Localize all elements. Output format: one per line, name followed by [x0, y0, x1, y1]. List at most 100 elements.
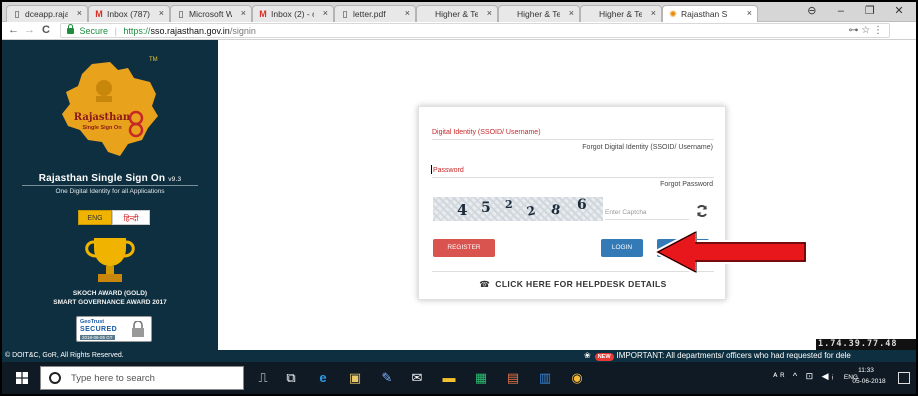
close-window-button[interactable]: ✕	[886, 4, 912, 17]
language-hindi-button[interactable]: हिन्दी	[112, 210, 150, 225]
tab-higher-education-2[interactable]: Higher & Te ×	[498, 5, 580, 22]
gmail-icon: M	[259, 9, 267, 19]
powerpoint-icon[interactable]: ▤	[504, 369, 522, 387]
word-icon[interactable]: ▥	[536, 369, 554, 387]
url-path: /signin	[229, 26, 256, 36]
tab-letter-pdf[interactable]: ▯ letter.pdf ×	[334, 5, 416, 22]
captcha-char: 4	[457, 201, 468, 219]
clock-time[interactable]: 11:33	[846, 367, 886, 374]
back-arrow-icon[interactable]: ←	[8, 24, 19, 36]
restore-button[interactable]: ❐	[857, 4, 883, 17]
chrome-icon[interactable]: ◉	[568, 369, 586, 387]
sso-version: v9.3	[168, 176, 182, 183]
url-omnibox[interactable]: Secure | https://sso.rajasthan.gov.in/si…	[60, 23, 890, 38]
taskbar-search-box[interactable]: Type here to search	[40, 366, 244, 390]
tab-close-icon[interactable]: ×	[241, 8, 246, 18]
edge-browser-icon[interactable]: e	[314, 369, 332, 387]
minimize-button[interactable]: –	[828, 5, 854, 17]
award-skoch: SKOCH AWARD (GOLD)	[72, 290, 148, 297]
clock-date[interactable]: 05-06-2018	[846, 378, 892, 385]
tab-close-icon[interactable]: ×	[323, 8, 328, 18]
sso-tagline: One Digital Identity for all Application…	[55, 188, 165, 195]
tab-higher-education-3[interactable]: Higher & Te ×	[580, 5, 662, 22]
file-explorer-icon[interactable]: ▬	[440, 369, 458, 387]
flower-icon: ❀	[584, 351, 591, 360]
captcha-input[interactable]: Enter Captcha	[605, 209, 647, 216]
tab-rajasthan-sso[interactable]: ✺ Rajasthan S ×	[662, 5, 758, 22]
register-button[interactable]: REGISTER	[433, 239, 495, 257]
browser-tab-strip: ▯ dceapp.raja × M Inbox (787) × ▯ Micros…	[2, 2, 916, 22]
forgot-password-link[interactable]: Forgot Password	[660, 181, 713, 188]
tray-status-icons[interactable]: ᴬᴿ ^ ⊡ ◀ᵢ	[773, 371, 836, 382]
password-input[interactable]	[432, 177, 714, 178]
profile-icon[interactable]: ⊖	[799, 4, 825, 17]
logo-word-rajasthan: Rajasthan	[74, 112, 131, 123]
geotrust-secured: SECURED	[80, 326, 118, 333]
sso-sidebar: Rajasthan Single Sign On TM Rajasthan Si…	[2, 40, 218, 350]
tab-inbox-787[interactable]: M Inbox (787) ×	[88, 5, 170, 22]
captcha-char: 2	[505, 198, 513, 211]
url-separator: |	[114, 26, 117, 36]
password-input-label: Password	[433, 167, 464, 174]
url-host: sso.rajasthan.gov.in	[150, 26, 230, 36]
captcha-char: 6	[577, 197, 587, 213]
store-icon[interactable]: ▣	[346, 369, 364, 387]
captcha-input-underline	[605, 219, 689, 220]
tab-inbox-2[interactable]: M Inbox (2) - o ×	[252, 5, 334, 22]
windows-start-icon[interactable]	[16, 372, 28, 384]
reload-icon[interactable]: C	[42, 24, 50, 36]
captcha-image: 4 5 2 2 8 6	[433, 197, 603, 221]
tab-higher-education-1[interactable]: Higher & Te ×	[416, 5, 498, 22]
geotrust-date: 2018-06-05 GT	[80, 335, 115, 340]
omnibox-actions[interactable]: ⊶ ☆ ⋮	[848, 25, 883, 36]
task-view-icon[interactable]: ⧉	[282, 369, 300, 387]
cortana-icon	[49, 372, 61, 384]
tab-close-icon[interactable]: ×	[77, 8, 82, 18]
geotrust-brand: GeoTrust	[80, 319, 105, 325]
microphone-icon[interactable]: ⎍	[254, 369, 272, 387]
helpdesk-link[interactable]: ☎ CLICK HERE FOR HELPDESK DETAILS	[419, 279, 727, 290]
taskbar-search-placeholder: Type here to search	[71, 373, 155, 384]
refresh-captcha-icon[interactable]	[695, 204, 709, 218]
ip-address-display: 1.74.39.77.48	[816, 339, 916, 350]
document-icon: ▯	[178, 9, 184, 19]
rajasthan-map-logo: Rajasthan Single Sign On	[62, 62, 158, 156]
tab-close-icon[interactable]: ×	[747, 8, 752, 18]
padlock-icon	[132, 321, 144, 337]
tab-close-icon[interactable]: ×	[569, 8, 574, 18]
screenshot-frame: ▯ dceapp.raja × M Inbox (787) × ▯ Micros…	[0, 0, 918, 396]
document-icon: ▯	[14, 9, 20, 19]
tab-microsoft-word[interactable]: ▯ Microsoft W ×	[170, 5, 252, 22]
text-cursor	[431, 165, 432, 174]
forgot-ssoid-link[interactable]: Forgot Digital Identity (SSOID/ Username…	[582, 144, 713, 151]
captcha-char: 5	[481, 200, 491, 216]
mail-icon[interactable]: ✉	[408, 369, 426, 387]
excel-icon[interactable]: ▦	[472, 369, 490, 387]
new-badge: NEW	[594, 353, 614, 361]
captcha-char: 8	[549, 202, 562, 219]
captcha-char: 2	[525, 203, 537, 219]
tab-close-icon[interactable]: ×	[159, 8, 164, 18]
geotrust-secured-seal[interactable]: GeoTrust SECURED 2018-06-05 GT	[76, 316, 152, 342]
red-pointer-arrow	[652, 228, 808, 276]
tab-close-icon[interactable]: ×	[405, 8, 410, 18]
gmail-icon: M	[95, 9, 103, 19]
ssoid-input-label: Digital Identity (SSOID/ Username)	[432, 129, 541, 136]
app-icon[interactable]: ✎	[378, 369, 396, 387]
ssoid-input[interactable]	[432, 139, 714, 140]
tab-close-icon[interactable]: ×	[487, 8, 492, 18]
secure-label: Secure	[79, 26, 109, 36]
language-english-button[interactable]: ENG	[78, 210, 112, 225]
login-button[interactable]: LOGIN	[601, 239, 643, 257]
sso-title: Rajasthan Single Sign On v9.3	[38, 173, 182, 184]
document-icon: ▯	[342, 9, 348, 19]
tab-close-icon[interactable]: ×	[651, 8, 656, 18]
url-scheme: https://	[123, 26, 151, 36]
notification-center-icon[interactable]	[898, 372, 910, 384]
tab-dceapp[interactable]: ▯ dceapp.raja ×	[6, 5, 88, 22]
forward-arrow-icon[interactable]: →	[24, 24, 35, 36]
rajasthan-logo-icon: ✺	[669, 9, 677, 19]
important-notice-marquee[interactable]: ❀ NEW IMPORTANT: All departments/ officers…	[584, 351, 851, 361]
window-controls: ⊖ – ❐ ✕	[799, 4, 912, 20]
lock-icon	[67, 24, 74, 34]
